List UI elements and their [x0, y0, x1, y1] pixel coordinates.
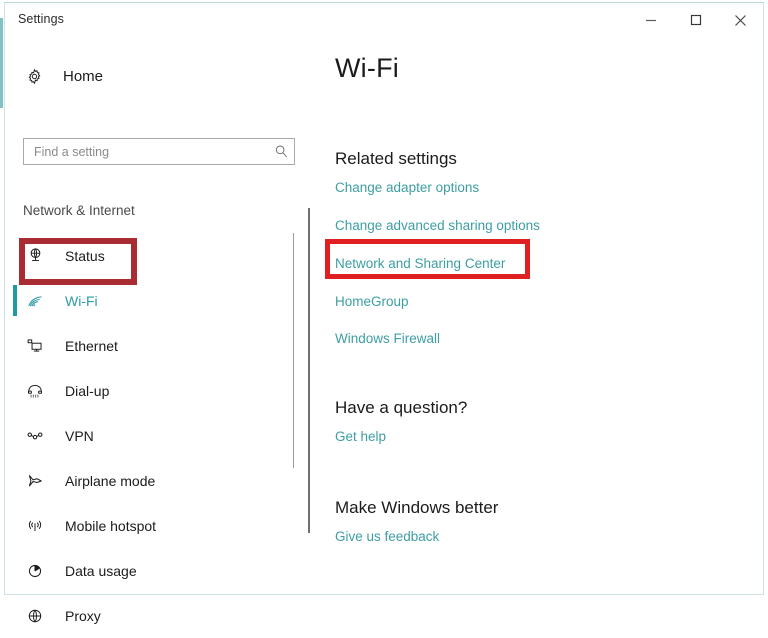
- sidebar-item-data-usage[interactable]: Data usage: [5, 548, 295, 593]
- sidebar-item-wi-fi[interactable]: Wi-Fi: [5, 278, 295, 323]
- sidebar-item-vpn[interactable]: VPN: [5, 413, 295, 458]
- ethernet-icon: [23, 334, 47, 358]
- sidebar-item-home[interactable]: Home: [5, 59, 291, 93]
- content-pane: Wi-Fi Related settings Change adapter op…: [305, 37, 763, 594]
- close-button[interactable]: [718, 3, 763, 37]
- gear-icon: [23, 65, 45, 87]
- link-homegroup[interactable]: HomeGroup: [335, 294, 409, 309]
- link-network-and-sharing-center[interactable]: Network and Sharing Center: [335, 256, 505, 271]
- sidebar-item-label: Wi-Fi: [65, 292, 98, 309]
- sidebar-item-label: VPN: [65, 427, 94, 444]
- maximize-icon: [690, 14, 702, 26]
- sidebar-item-proxy[interactable]: Proxy: [5, 593, 295, 638]
- content-divider: [308, 208, 310, 533]
- question-heading: Have a question?: [335, 398, 468, 417]
- link-windows-firewall[interactable]: Windows Firewall: [335, 331, 440, 346]
- window-title: Settings: [18, 12, 64, 26]
- globe-icon: [23, 604, 47, 628]
- dialup-phone-icon: [23, 379, 47, 403]
- minimize-icon: [645, 14, 657, 26]
- sidebar-item-status[interactable]: Status: [5, 233, 295, 278]
- link-give-us-feedback[interactable]: Give us feedback: [335, 529, 439, 544]
- vpn-icon: [23, 424, 47, 448]
- link-get-help[interactable]: Get help: [335, 429, 386, 444]
- status-globe-icon: [23, 244, 47, 268]
- search-box[interactable]: [23, 138, 295, 165]
- window-controls: [628, 3, 763, 37]
- pie-chart-icon: [23, 559, 47, 583]
- wifi-icon: [23, 289, 47, 313]
- sidebar: Home Network & Internet: [5, 37, 305, 624]
- minimize-button[interactable]: [628, 3, 673, 37]
- hotspot-icon: [23, 514, 47, 538]
- airplane-icon: [23, 469, 47, 493]
- settings-window: Settings Home Find a setting Network & I…: [4, 2, 764, 624]
- sidebar-scrollbar[interactable]: [293, 233, 294, 468]
- page-title: Wi-Fi: [335, 53, 399, 83]
- title-bar[interactable]: Settings: [5, 3, 763, 37]
- maximize-button[interactable]: [673, 3, 718, 37]
- sidebar-item-label: Airplane mode: [65, 472, 156, 489]
- close-icon: [734, 14, 747, 27]
- sidebar-item-label: Data usage: [65, 562, 137, 579]
- sidebar-item-ethernet[interactable]: Ethernet: [5, 323, 295, 368]
- sidebar-item-dial-up[interactable]: Dial-up: [5, 368, 295, 413]
- sidebar-item-label: Dial-up: [65, 382, 110, 399]
- search-input[interactable]: [24, 144, 268, 159]
- related-settings-heading: Related settings: [335, 149, 457, 168]
- sidebar-nav-list: Status Wi-Fi Ethernet Dial-up VPN Airpla…: [5, 233, 295, 638]
- sidebar-item-airplane-mode[interactable]: Airplane mode: [5, 458, 295, 503]
- search-icon[interactable]: [268, 139, 294, 164]
- sidebar-section-title: Network & Internet: [23, 203, 135, 218]
- feedback-heading: Make Windows better: [335, 498, 499, 517]
- link-change-adapter-options[interactable]: Change adapter options: [335, 180, 479, 195]
- window-left-edge: [0, 0, 3, 607]
- window-left-accent: [0, 18, 3, 108]
- sidebar-item-label: Status: [65, 247, 105, 264]
- link-change-advanced-sharing-options[interactable]: Change advanced sharing options: [335, 218, 540, 233]
- sidebar-item-label: Ethernet: [65, 337, 118, 354]
- sidebar-item-label: Mobile hotspot: [65, 517, 157, 534]
- home-label: Home: [63, 67, 104, 85]
- sidebar-item-mobile-hotspot[interactable]: Mobile hotspot: [5, 503, 295, 548]
- selection-accent-bar: [13, 285, 17, 316]
- sidebar-item-label: Proxy: [65, 607, 101, 624]
